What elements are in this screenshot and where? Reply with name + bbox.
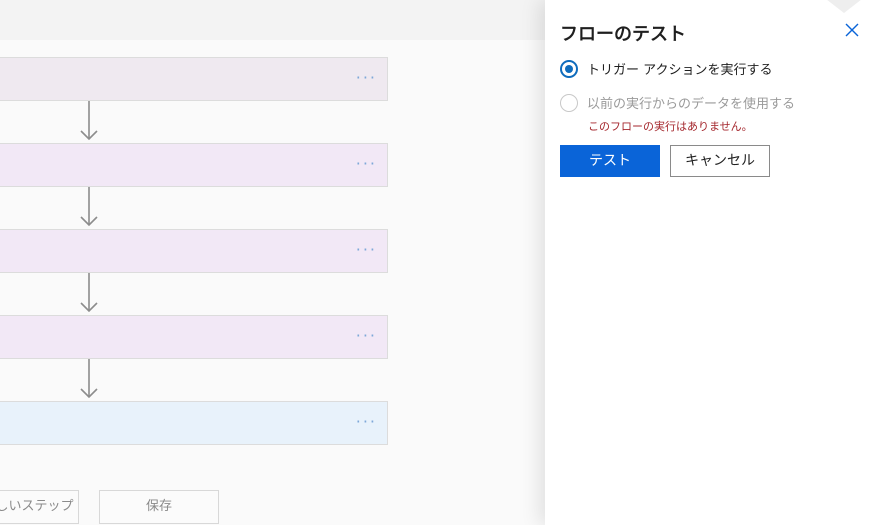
no-runs-message: このフローの実行はありません。 (588, 120, 753, 133)
step-menu-icon[interactable]: ··· (356, 154, 377, 174)
app-stage: ··· ··· ··· ··· ··· しいステップ 保存 フローのテスト トリ… (0, 0, 876, 525)
connector-arrow-icon (80, 273, 98, 313)
flow-canvas: ··· ··· ··· ··· ··· しいステップ 保存 (0, 0, 545, 525)
radio-selected-icon[interactable] (560, 59, 578, 78)
close-icon[interactable] (844, 22, 860, 38)
new-step-button[interactable]: しいステップ (0, 490, 79, 524)
step-menu-icon[interactable]: ··· (356, 68, 377, 88)
cancel-button[interactable]: キャンセル (670, 145, 770, 177)
option-previous-run-label: 以前の実行からのデータを使用する (587, 97, 796, 112)
connector-arrow-icon (80, 101, 98, 141)
panel-notch (826, 0, 862, 13)
connector-arrow-icon (80, 187, 98, 227)
step-menu-icon[interactable]: ··· (356, 326, 377, 346)
option-trigger-action-label: トリガー アクションを実行する (587, 63, 773, 78)
flow-step-4[interactable]: ··· (0, 315, 388, 359)
test-button[interactable]: テスト (560, 145, 660, 177)
option-trigger-action[interactable]: トリガー アクションを実行する (560, 59, 772, 78)
flow-step-2[interactable]: ··· (0, 143, 388, 187)
flow-step-5[interactable]: ··· (0, 401, 388, 445)
save-button[interactable]: 保存 (99, 490, 219, 524)
radio-disabled-icon[interactable] (560, 93, 578, 112)
test-flow-panel: フローのテスト トリガー アクションを実行する 以前の実行からのデータを使用する… (545, 0, 876, 525)
panel-title: フローのテスト (560, 24, 686, 45)
canvas-header (0, 0, 545, 40)
step-menu-icon[interactable]: ··· (356, 240, 377, 260)
option-previous-run[interactable]: 以前の実行からのデータを使用する (560, 93, 795, 112)
flow-step-3[interactable]: ··· (0, 229, 388, 273)
connector-arrow-icon (80, 359, 98, 399)
flow-step-1[interactable]: ··· (0, 57, 388, 101)
step-menu-icon[interactable]: ··· (356, 412, 377, 432)
